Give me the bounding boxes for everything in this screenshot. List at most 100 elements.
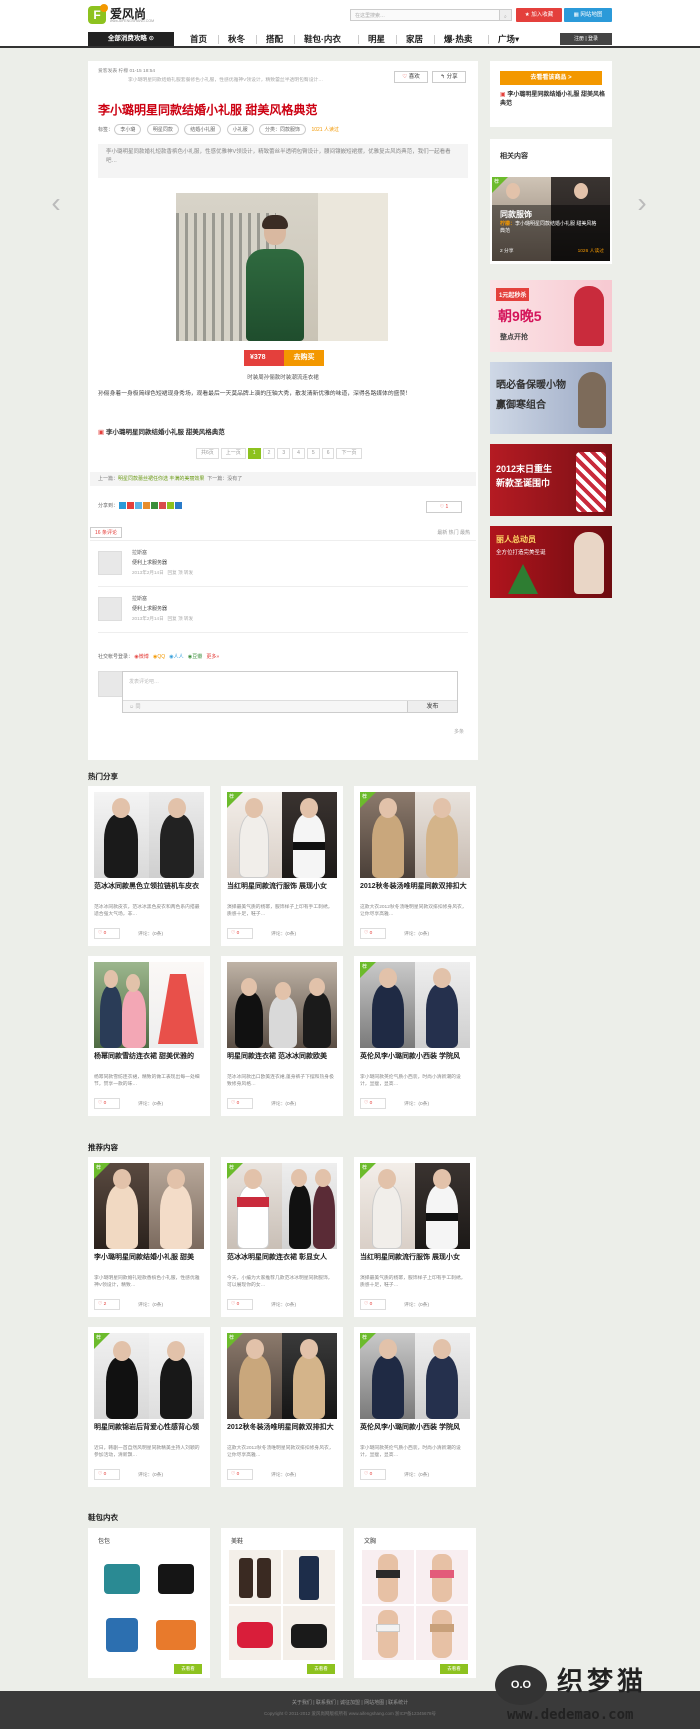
site-map-button[interactable]: ▦ 网站地图	[564, 8, 612, 22]
category-title[interactable]: 包包	[98, 1536, 110, 1545]
like-button[interactable]: ♡ 0	[94, 928, 120, 939]
product-title[interactable]: 当红明星同款流行服饰 展现小女	[360, 1253, 470, 1263]
tag[interactable]: 结婚小礼服	[184, 124, 222, 135]
ad-banner[interactable]: 晒必备保暖小物 赢御寒组合	[490, 362, 612, 434]
share-button[interactable]: ↰ 分享	[432, 71, 466, 83]
comment-count[interactable]: 评论：(0条)	[138, 930, 163, 937]
product-title[interactable]: 李小璐明星同款结婚小礼服 甜美	[94, 1253, 204, 1263]
comment-count[interactable]: 评论：(0条)	[271, 1301, 296, 1308]
product-title[interactable]: 英伦风李小璐同款小西装 学院风	[360, 1423, 470, 1433]
nav-hot-sale[interactable]: 爆·热卖	[444, 32, 472, 46]
comment-count[interactable]: 评论：(0条)	[271, 1471, 296, 1478]
comment-count[interactable]: 评论：(0条)	[271, 1100, 296, 1107]
like-button[interactable]: ♡ 0	[227, 1469, 253, 1480]
like-button[interactable]: ♡ 0	[227, 928, 253, 939]
product-thumb[interactable]	[416, 1550, 468, 1604]
product-card[interactable]: 荐 当红明星同款流行服饰 展现小女 演绎最美气质的杨幂，服饰样子上印有手工刺绣，…	[221, 786, 343, 946]
product-title[interactable]: 范冰冰同款黑色立领拉链机车皮衣	[94, 882, 204, 892]
product-title[interactable]: 2012秋冬装汤唯明星同款双排扣大	[227, 1423, 337, 1433]
next-arrow-icon[interactable]: ›	[632, 188, 652, 218]
tag[interactable]: 李小璐	[114, 124, 142, 135]
product-image[interactable]	[94, 962, 204, 1048]
product-thumb[interactable]	[416, 1606, 468, 1660]
like-button[interactable]: ♡ 0	[360, 928, 386, 939]
product-image[interactable]	[227, 962, 337, 1048]
product-title[interactable]: 范冰冰明星同款连衣裙 彰显女人	[227, 1253, 337, 1263]
ad-banner[interactable]: 2012末日重生 新款圣诞围巾	[490, 444, 612, 516]
page-1[interactable]: 1	[247, 448, 261, 459]
comment-count[interactable]: 评论：(0条)	[138, 1100, 163, 1107]
search-button[interactable]: ⌕	[499, 10, 511, 20]
article-photo[interactable]	[176, 193, 388, 341]
view-product-button[interactable]: 去看看该商品 >	[500, 71, 602, 85]
product-title[interactable]: 当红明星同款流行服饰 展现小女	[227, 882, 337, 892]
comment-count[interactable]: 评论：(0条)	[404, 1100, 429, 1107]
product-image[interactable]: 荐	[94, 1333, 204, 1419]
product-image[interactable]	[94, 792, 204, 878]
page-prev[interactable]: 上一页	[220, 448, 246, 459]
page-next[interactable]: 下一页	[336, 448, 362, 459]
product-image[interactable]: 荐	[227, 1163, 337, 1249]
nav-match[interactable]: 搭配	[266, 32, 283, 46]
product-card[interactable]: 荐 当红明星同款流行服饰 展现小女 演绎最美气质的杨幂，服饰样子上印有手工刺绣，…	[354, 1157, 476, 1317]
post-comment-button[interactable]: 发布	[407, 701, 457, 712]
share-renren-icon[interactable]	[143, 502, 151, 510]
share-qzone-icon[interactable]	[119, 502, 127, 510]
qq-login[interactable]: ◉QQ	[153, 654, 165, 660]
page-6[interactable]: 6	[321, 448, 335, 459]
product-card[interactable]: 荐 2012秋冬装汤唯明星同款双排扣大 这款大衣2012秋冬汤唯明星同款双排扣修…	[354, 786, 476, 946]
like-button[interactable]: ♡ 0	[360, 1299, 386, 1310]
share-163-icon[interactable]	[167, 502, 175, 510]
tag[interactable]: 明星同款	[146, 124, 179, 135]
product-card[interactable]: 明星同款连衣裙 范冰冰同款欧美 范冰冰同款出口欧美连衣裙,蓬身裤子下摆和热身极致…	[221, 956, 343, 1116]
nav-home[interactable]: 首页	[190, 32, 207, 46]
login-register[interactable]: 注册 | 登录	[560, 33, 612, 45]
share-more-icon[interactable]	[175, 502, 183, 510]
product-card[interactable]: 荐 范冰冰明星同款连衣裙 彰显女人 今天，小编为大家推荐几款范冰冰明星同款服饰，…	[221, 1157, 343, 1317]
view-more-button[interactable]: 去看看	[440, 1664, 468, 1674]
nav-stars[interactable]: 明星	[368, 32, 385, 46]
comment-count[interactable]: 评论：(0条)	[404, 1471, 429, 1478]
product-image[interactable]: 荐	[360, 1163, 470, 1249]
share-kaixin-icon[interactable]	[159, 502, 167, 510]
page-2[interactable]: 2	[262, 448, 276, 459]
category-title[interactable]: 美鞋	[231, 1536, 243, 1545]
like-button[interactable]: ♡ 2	[94, 1299, 120, 1310]
add-favorite-button[interactable]: ★ 加入收藏	[516, 8, 562, 22]
douban-login[interactable]: ◉豆瓣	[188, 654, 202, 660]
product-thumb[interactable]	[283, 1606, 335, 1660]
product-thumb[interactable]	[362, 1606, 414, 1660]
nav-home-deco[interactable]: 家居	[406, 32, 423, 46]
product-title[interactable]: 杨幂同款雪纺连衣裙 甜美优雅的	[94, 1052, 204, 1062]
more-comments-link[interactable]: 多条	[454, 728, 464, 735]
search-input[interactable]: 在这里搜索… ⌕	[350, 9, 512, 21]
comment-count[interactable]: 评论：(0条)	[138, 1301, 163, 1308]
share-douban-icon[interactable]	[151, 502, 159, 510]
product-title[interactable]: ▣ 李小璐明星同款结婚小礼服 甜美风格典范	[500, 91, 606, 109]
product-card[interactable]: 荐 李小璐明星同款结婚小礼服 甜美 李小璐明星同款婚礼短款香槟色小礼服，性感优雅…	[88, 1157, 210, 1317]
product-image[interactable]: 荐	[227, 1333, 337, 1419]
nav-autumn[interactable]: 秋冬	[228, 32, 245, 46]
product-image[interactable]: 荐	[360, 792, 470, 878]
comment-sort[interactable]: 最新 热门 最热	[437, 529, 470, 536]
category-tag[interactable]: 分类：同款服饰	[259, 124, 307, 135]
like-button[interactable]: ♡ 喜欢	[394, 71, 428, 83]
comment-author[interactable]: 拉斯塞	[132, 595, 147, 602]
share-weibo-icon[interactable]	[127, 502, 135, 510]
comment-author[interactable]: 拉斯塞	[132, 549, 147, 556]
page-3[interactable]: 3	[277, 448, 291, 459]
product-thumb[interactable]	[229, 1606, 281, 1660]
site-logo[interactable]: F 爱风尚 www.AIFENGSHANG.COM	[88, 4, 160, 28]
product-card[interactable]: 荐 2012秋冬装汤唯明星同款双排扣大 这款大衣2012秋冬汤唯明星同款双排扣修…	[221, 1327, 343, 1487]
like-count-button[interactable]: ♡ 1	[426, 501, 462, 513]
product-thumb[interactable]	[229, 1550, 281, 1604]
product-thumb[interactable]	[96, 1606, 148, 1660]
prev-arrow-icon[interactable]: ‹	[46, 188, 66, 218]
product-thumb[interactable]	[150, 1550, 202, 1604]
product-thumb[interactable]	[150, 1606, 202, 1660]
product-card[interactable]: 范冰冰同款黑色立领拉链机车皮衣 范冰冰同款皮衣，范冰冰黑色皮衣和两色系内搭最适合…	[88, 786, 210, 946]
view-more-button[interactable]: 去看看	[307, 1664, 335, 1674]
renren-login[interactable]: ◉人人	[169, 654, 183, 660]
comment-textarea[interactable]: 发表评论吧… ☺ 同 发布	[122, 671, 458, 713]
product-card[interactable]: 荐 英伦风李小璐同款小西装 学院风 李小璐同款英伦气质小西装，时尚小清新潮的设计…	[354, 1327, 476, 1487]
